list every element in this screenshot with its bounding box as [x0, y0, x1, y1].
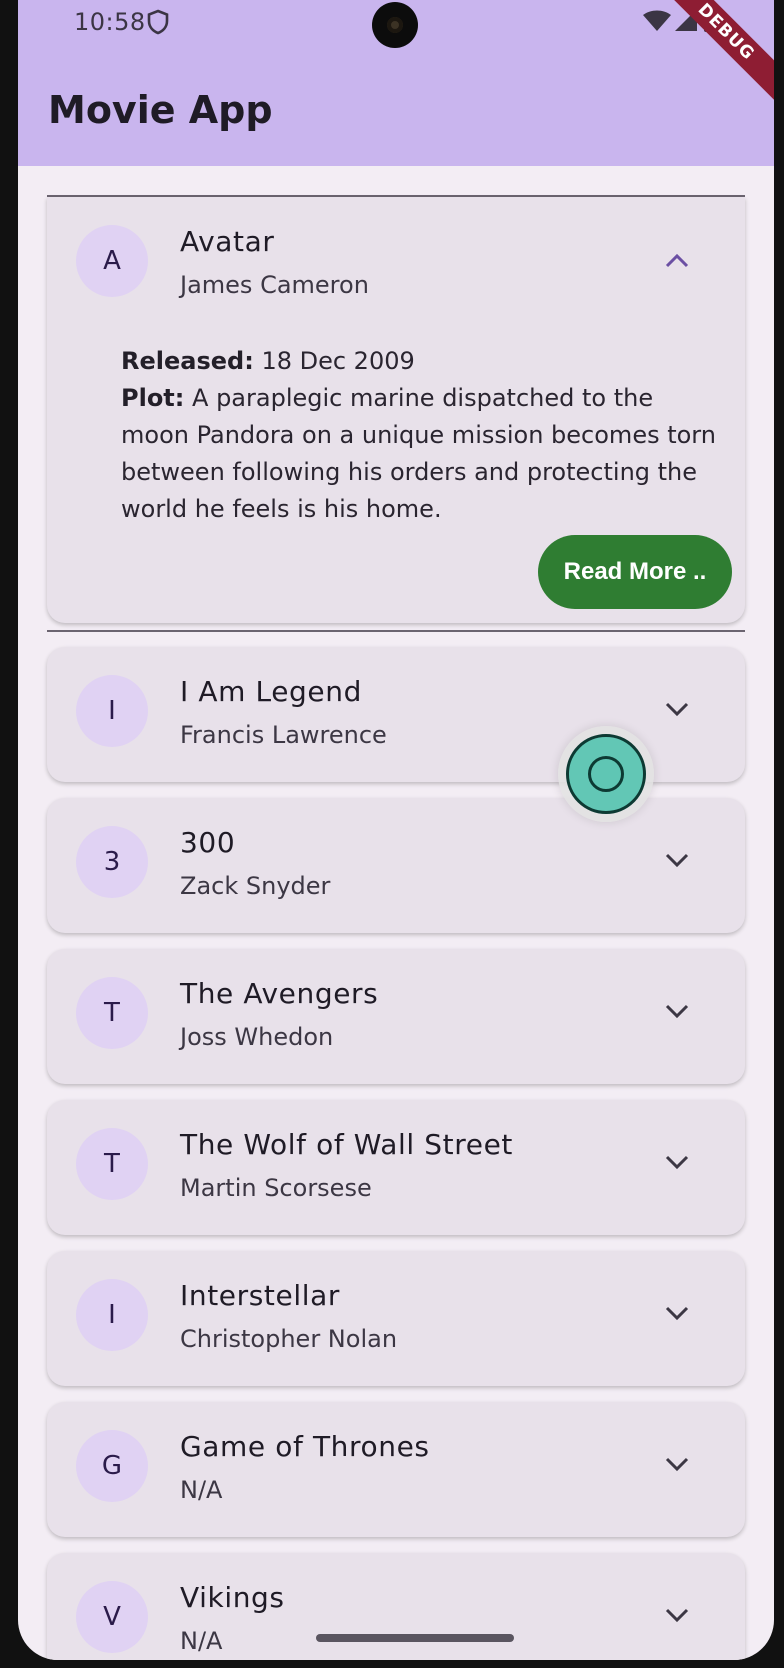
movie-card-the-wolf-of-wall-street[interactable]: T The Wolf of Wall Street Martin Scorses…: [47, 1100, 745, 1235]
chevron-up-icon[interactable]: [663, 251, 691, 269]
movie-director: James Cameron: [180, 271, 369, 299]
chevron-down-icon[interactable]: [663, 1456, 691, 1474]
avatar: T: [76, 1128, 148, 1200]
movie-title: 300: [180, 826, 236, 859]
phone-screen: 10:58 DEBUG Movie App A Avatar James Cam…: [18, 0, 774, 1660]
read-more-button[interactable]: Read More ..: [538, 535, 732, 609]
chevron-down-icon[interactable]: [663, 852, 691, 870]
movie-title: The Wolf of Wall Street: [180, 1128, 513, 1161]
movie-director: Joss Whedon: [180, 1023, 334, 1051]
app-bar: 10:58 DEBUG Movie App: [18, 0, 774, 166]
movie-card-game-of-thrones[interactable]: G Game of Thrones N/A: [47, 1402, 745, 1537]
movie-list[interactable]: A Avatar James Cameron Released: 18 Dec …: [18, 166, 774, 1660]
front-camera: [372, 2, 418, 48]
movie-title: I Am Legend: [180, 675, 362, 708]
movie-title: Game of Thrones: [180, 1430, 430, 1463]
movie-director: Martin Scorsese: [180, 1174, 372, 1202]
plot-line: Plot: A paraplegic marine dispatched to …: [121, 380, 721, 528]
movie-director: N/A: [180, 1627, 223, 1655]
divider: [47, 630, 745, 632]
movie-title: Vikings: [180, 1581, 285, 1614]
movie-card-avatar[interactable]: A Avatar James Cameron Released: 18 Dec …: [47, 197, 745, 623]
movie-title: Interstellar: [180, 1279, 340, 1312]
movie-director: N/A: [180, 1476, 223, 1504]
movie-card-interstellar[interactable]: I Interstellar Christopher Nolan: [47, 1251, 745, 1386]
app-title: Movie App: [48, 88, 273, 132]
movie-title: Avatar: [180, 225, 275, 258]
floating-touch-button-center[interactable]: [588, 756, 624, 792]
status-time: 10:58: [74, 8, 146, 36]
chevron-down-icon[interactable]: [663, 701, 691, 719]
movie-director: Francis Lawrence: [180, 721, 387, 749]
avatar: V: [76, 1581, 148, 1653]
released-label: Released:: [121, 347, 254, 375]
avatar: I: [76, 675, 148, 747]
plot-value: A paraplegic marine dispatched to the mo…: [121, 384, 716, 523]
plot-label: Plot:: [121, 384, 185, 412]
chevron-down-icon[interactable]: [663, 1607, 691, 1625]
avatar: A: [76, 225, 148, 297]
avatar: G: [76, 1430, 148, 1502]
home-indicator[interactable]: [316, 1634, 514, 1642]
released-value: 18 Dec 2009: [261, 347, 415, 375]
movie-director: Zack Snyder: [180, 872, 331, 900]
release-line: Released: 18 Dec 2009: [121, 343, 721, 380]
avatar: 3: [76, 826, 148, 898]
movie-title: The Avengers: [180, 977, 379, 1010]
movie-director: Christopher Nolan: [180, 1325, 398, 1353]
chevron-down-icon[interactable]: [663, 1154, 691, 1172]
movie-card-300[interactable]: 3 300 Zack Snyder: [47, 798, 745, 933]
chevron-down-icon[interactable]: [663, 1003, 691, 1021]
shield-icon: [147, 9, 169, 35]
avatar: T: [76, 977, 148, 1049]
wifi-icon: [643, 10, 671, 31]
avatar: I: [76, 1279, 148, 1351]
movie-card-vikings[interactable]: V Vikings N/A: [47, 1553, 745, 1660]
chevron-down-icon[interactable]: [663, 1305, 691, 1323]
movie-details: Released: 18 Dec 2009 Plot: A paraplegic…: [121, 343, 721, 528]
movie-card-the-avengers[interactable]: T The Avengers Joss Whedon: [47, 949, 745, 1084]
